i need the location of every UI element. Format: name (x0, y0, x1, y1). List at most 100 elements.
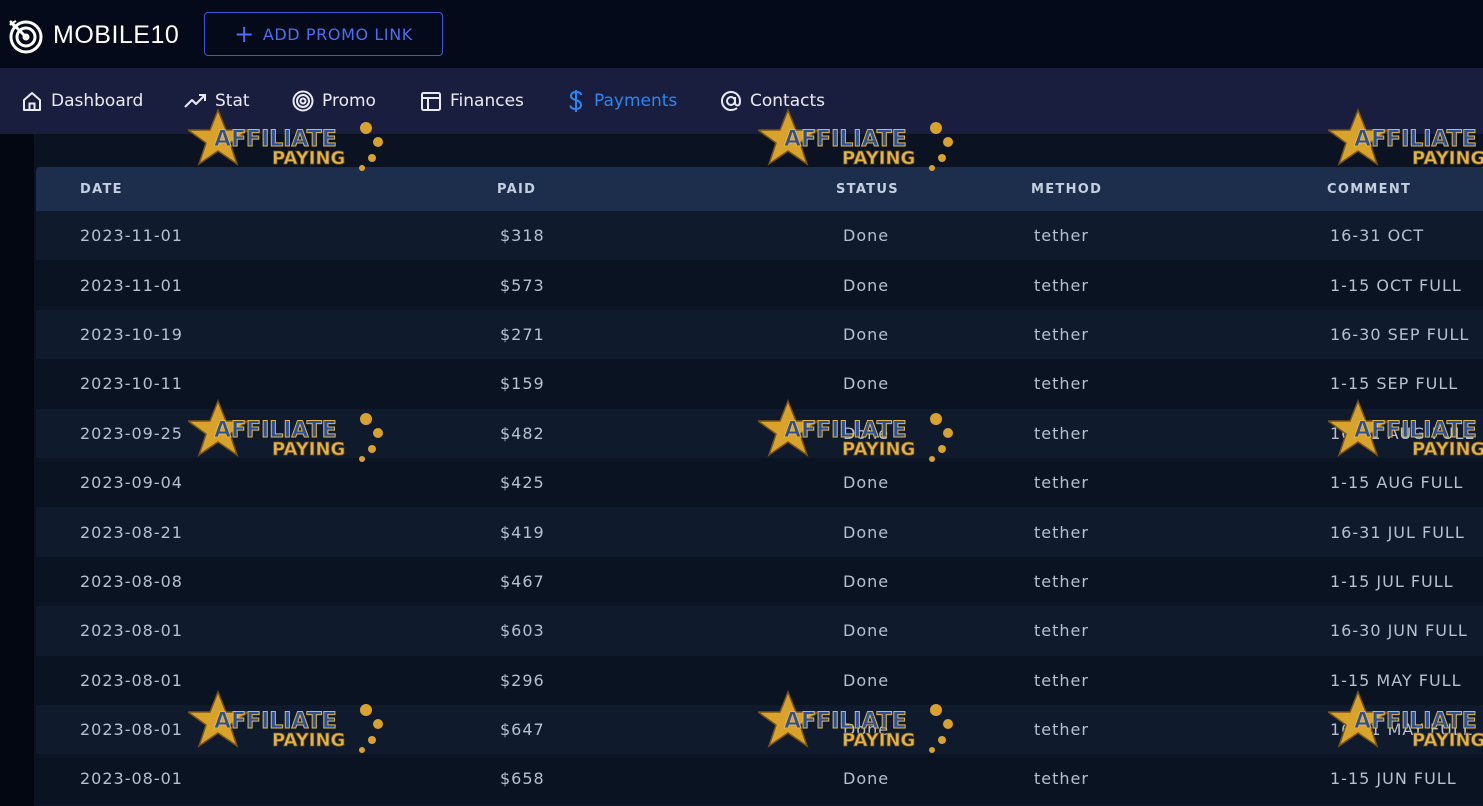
cell-status: Done (843, 473, 890, 493)
cell-date: 2023-08-01 (80, 720, 183, 740)
table-row: 2023-08-01 $603 Done tether 16-30 JUN FULL (36, 606, 1483, 656)
cell-status: Done (843, 275, 890, 295)
cell-paid: $159 (500, 374, 545, 394)
column-header-date[interactable]: DATE (80, 167, 123, 211)
column-header-method[interactable]: METHOD (1031, 167, 1102, 211)
cell-method: tether (1034, 374, 1089, 394)
target-logo-icon (9, 20, 43, 54)
main-nav: Dashboard Stat Promo Finances Payments C… (0, 68, 1483, 134)
nav-label-contacts: Contacts (750, 91, 825, 111)
nav-item-stat[interactable]: Stat (183, 68, 250, 134)
nav-label-dashboard: Dashboard (51, 91, 144, 111)
cell-paid: $647 (500, 720, 545, 740)
cell-comment: 16-31 AUG FULL (1330, 423, 1475, 443)
table-row: 2023-10-11 $159 Done tether 1-15 SEP FULL (36, 359, 1483, 409)
cell-method: tether (1034, 522, 1089, 542)
cell-status: Done (843, 621, 890, 641)
add-promo-link-button[interactable]: + ADD PROMO LINK (204, 12, 443, 56)
nav-label-stat: Stat (215, 91, 250, 111)
table-row: 2023-08-01 $647 Done tether 16-31 MAY FULL (36, 704, 1483, 755)
table-row: 2023-10-19 $271 Done tether 16-30 SEP FULL (36, 309, 1483, 360)
cell-paid: $658 (500, 769, 545, 789)
cell-status: Done (843, 423, 890, 443)
add-promo-link-label: ADD PROMO LINK (262, 24, 413, 44)
table-row: 2023-09-25 $482 Done tether 16-31 AUG FULL (36, 408, 1483, 458)
table-row: 2023-08-01 $658 Done tether 1-15 JUN FULL (36, 754, 1483, 804)
cell-comment: 1-15 SEP FULL (1330, 374, 1459, 394)
cell-comment: 16-30 JUN FULL (1330, 621, 1468, 641)
cell-comment: 16-31 MAY FULL (1330, 720, 1473, 740)
payments-table: DATE PAID STATUS METHOD COMMENT 2023-11-… (36, 167, 1483, 806)
cell-date: 2023-11-01 (80, 275, 183, 295)
nav-item-promo[interactable]: Promo (292, 68, 376, 134)
cell-method: tether (1034, 275, 1089, 295)
sidebar-strip (0, 134, 34, 806)
cell-date: 2023-08-21 (80, 522, 183, 542)
table-body: 2023-11-01 $318 Done tether 16-31 OCT 2023-11… (36, 211, 1483, 804)
table-row: 2023-11-01 $318 Done tether 16-31 OCT (36, 211, 1483, 261)
cell-date: 2023-08-01 (80, 670, 183, 690)
cell-status: Done (843, 670, 890, 690)
nav-label-payments: Payments (594, 91, 678, 111)
cell-method: tether (1034, 621, 1089, 641)
cell-date: 2023-09-25 (80, 423, 183, 443)
cell-status: Done (843, 769, 890, 789)
plus-icon: + (234, 20, 255, 48)
cell-comment: 1-15 OCT FULL (1330, 275, 1462, 295)
logo[interactable]: MOBILE10 (7, 17, 180, 54)
cell-status: Done (843, 571, 890, 591)
cell-comment: 16-31 JUL FULL (1330, 522, 1465, 542)
cell-date: 2023-08-08 (80, 571, 183, 591)
cell-date: 2023-09-04 (80, 473, 183, 493)
column-header-comment[interactable]: COMMENT (1327, 167, 1411, 211)
layout-icon (421, 92, 441, 111)
nav-label-finances: Finances (450, 91, 524, 111)
trending-up-icon (184, 94, 206, 108)
nav-item-finances[interactable]: Finances (420, 68, 524, 134)
cell-date: 2023-10-11 (80, 374, 183, 394)
cell-status: Done (843, 720, 890, 740)
cell-method: tether (1034, 473, 1089, 493)
cell-paid: $296 (500, 670, 545, 690)
logo-text: MOBILE10 (53, 20, 180, 49)
home-icon (23, 92, 41, 111)
cell-comment: 16-31 OCT (1330, 226, 1425, 246)
column-header-paid[interactable]: PAID (497, 167, 536, 211)
cell-paid: $603 (500, 621, 545, 641)
cell-comment: 1-15 JUL FULL (1330, 571, 1454, 591)
cell-method: tether (1034, 670, 1089, 690)
cell-comment: 1-15 AUG FULL (1330, 473, 1464, 493)
nav-item-contacts[interactable]: Contacts (720, 68, 825, 134)
cell-method: tether (1034, 720, 1089, 740)
cell-method: tether (1034, 571, 1089, 591)
cell-date: 2023-08-01 (80, 621, 183, 641)
target-icon (292, 90, 314, 112)
cell-comment: 16-30 SEP FULL (1330, 324, 1470, 344)
cell-method: tether (1034, 769, 1089, 789)
cell-status: Done (843, 226, 890, 246)
cell-paid: $318 (500, 226, 545, 246)
cell-paid: $467 (500, 571, 545, 591)
table-row: 2023-08-21 $419 Done tether 16-31 JUL FULL (36, 507, 1483, 557)
nav-label-promo: Promo (322, 91, 376, 111)
cell-paid: $419 (500, 522, 545, 542)
cell-status: Done (843, 324, 890, 344)
at-icon (720, 90, 742, 112)
cell-method: tether (1034, 226, 1089, 246)
table-row: 2023-08-08 $467 Done tether 1-15 JUL FULL (36, 556, 1483, 607)
cell-paid: $482 (500, 423, 545, 443)
nav-item-dashboard[interactable]: Dashboard (21, 68, 143, 134)
cell-method: tether (1034, 324, 1089, 344)
cell-comment: 1-15 MAY FULL (1330, 670, 1462, 690)
column-header-status[interactable]: STATUS (836, 167, 899, 211)
cell-comment: 1-15 JUN FULL (1330, 769, 1457, 789)
nav-item-payments[interactable]: Payments (566, 68, 677, 134)
cell-status: Done (843, 374, 890, 394)
cell-date: 2023-08-01 (80, 769, 183, 789)
table-row: 2023-09-04 $425 Done tether 1-15 AUG FULL (36, 457, 1483, 508)
table-row: 2023-11-01 $573 Done tether 1-15 OCT FULL (36, 260, 1483, 310)
table-header: DATE PAID STATUS METHOD COMMENT (36, 167, 1483, 211)
cell-paid: $573 (500, 275, 545, 295)
dollar-icon (569, 90, 583, 112)
cell-date: 2023-10-19 (80, 324, 183, 344)
